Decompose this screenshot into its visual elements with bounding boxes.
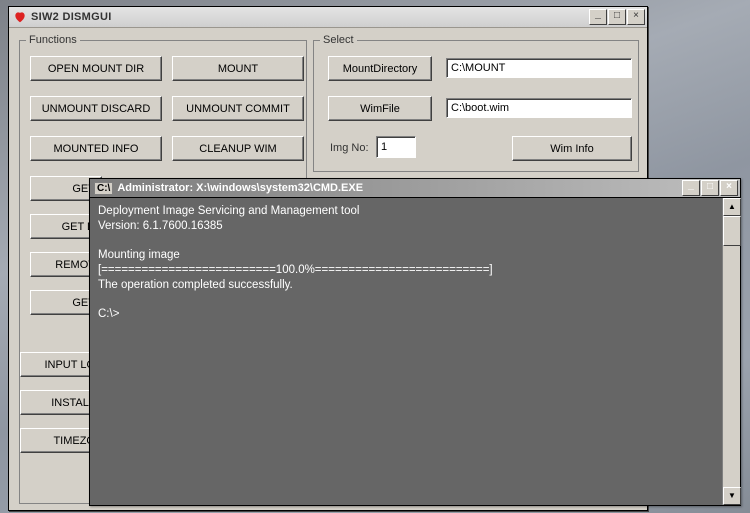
- open-mount-dir-button[interactable]: OPEN MOUNT DIR: [30, 56, 162, 81]
- cleanup-wim-button[interactable]: CLEANUP WIM: [172, 136, 304, 161]
- cmd-window[interactable]: C:\ Administrator: X:\windows\system32\C…: [89, 178, 741, 506]
- functions-legend: Functions: [26, 34, 80, 46]
- wim-info-button[interactable]: Wim Info: [512, 136, 632, 161]
- mounted-info-button[interactable]: MOUNTED INFO: [30, 136, 162, 161]
- wim-file-input[interactable]: [446, 98, 632, 118]
- wim-file-button[interactable]: WimFile: [328, 96, 432, 121]
- heart-icon: [13, 10, 27, 24]
- mount-directory-button[interactable]: MountDirectory: [328, 56, 432, 81]
- close-button[interactable]: ×: [627, 9, 645, 25]
- select-legend: Select: [320, 34, 357, 46]
- cmd-maximize-button[interactable]: □: [701, 180, 719, 196]
- maximize-button[interactable]: □: [608, 9, 626, 25]
- cmd-output: Deployment Image Servicing and Managemen…: [90, 198, 722, 505]
- cmd-titlebar[interactable]: C:\ Administrator: X:\windows\system32\C…: [90, 179, 740, 198]
- cmd-scrollbar[interactable]: ▲ ▼: [722, 198, 740, 505]
- unmount-commit-button[interactable]: UNMOUNT COMMIT: [172, 96, 304, 121]
- select-group: Select MountDirectory WimFile Img No: Wi…: [313, 34, 639, 172]
- cmd-icon: C:\: [94, 182, 113, 195]
- cmd-close-button[interactable]: ×: [720, 180, 738, 196]
- mount-directory-input[interactable]: [446, 58, 632, 78]
- scroll-up-button[interactable]: ▲: [723, 198, 741, 216]
- img-no-label: Img No:: [330, 142, 369, 154]
- titlebar[interactable]: SIW2 DISMGUI _ □ ×: [9, 7, 647, 28]
- minimize-button[interactable]: _: [589, 9, 607, 25]
- cmd-minimize-button[interactable]: _: [682, 180, 700, 196]
- app-title: SIW2 DISMGUI: [31, 11, 589, 23]
- scroll-thumb[interactable]: [723, 216, 741, 246]
- scroll-down-button[interactable]: ▼: [723, 487, 741, 505]
- mount-button[interactable]: MOUNT: [172, 56, 304, 81]
- img-no-input[interactable]: [376, 136, 416, 158]
- unmount-discard-button[interactable]: UNMOUNT DISCARD: [30, 96, 162, 121]
- cmd-title: Administrator: X:\windows\system32\CMD.E…: [117, 182, 682, 194]
